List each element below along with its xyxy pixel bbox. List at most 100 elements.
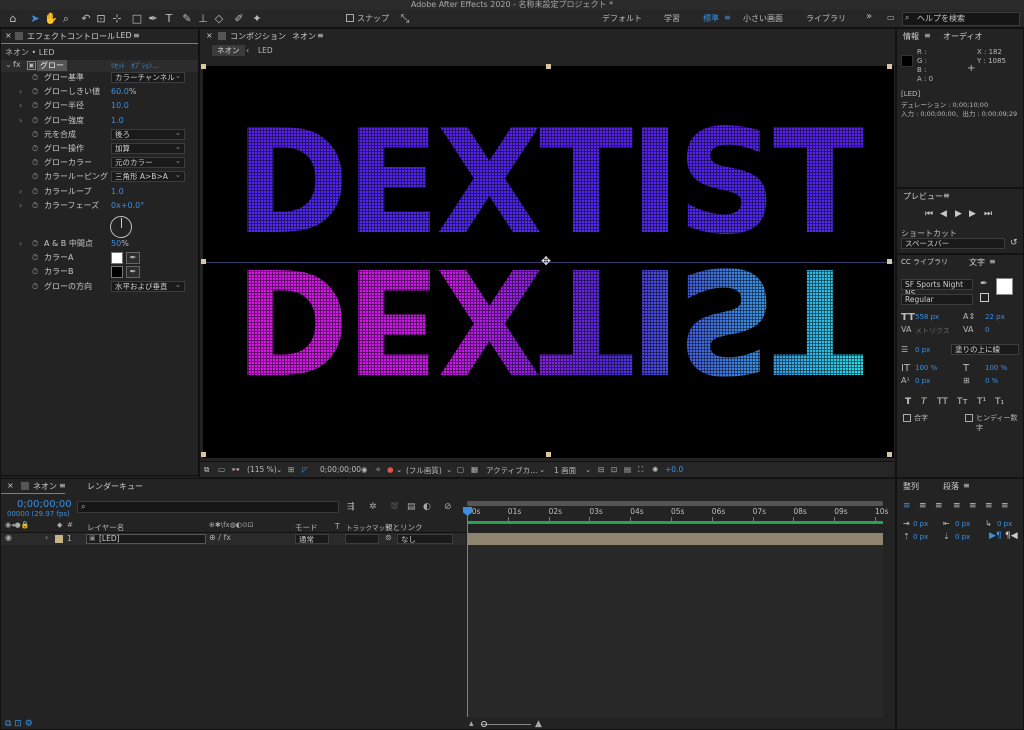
- workspace-learn[interactable]: 学習: [664, 13, 680, 24]
- faux-bold-button[interactable]: T: [905, 397, 911, 407]
- stopwatch-icon[interactable]: ⏱: [32, 170, 38, 184]
- anchor-point-icon[interactable]: ✥: [541, 254, 551, 268]
- ltr-direction-icon[interactable]: ▶¶: [989, 531, 1002, 541]
- graph-editor-icon[interactable]: ⊘: [444, 502, 452, 512]
- effect-controls-tab-layer[interactable]: LED: [116, 31, 132, 40]
- snap-checkbox[interactable]: [346, 14, 354, 22]
- expand-prop-icon[interactable]: ›: [19, 237, 22, 251]
- space-after-value[interactable]: 0 px: [955, 533, 970, 541]
- subscript-button[interactable]: T₁: [995, 397, 1004, 407]
- indent-right-value[interactable]: 0 px: [955, 520, 970, 528]
- shy-layers-icon[interactable]: ⛆: [391, 502, 398, 512]
- timeline-tab[interactable]: ネオン: [33, 481, 57, 492]
- align-tab[interactable]: 整列: [903, 481, 919, 492]
- flowchart-icon[interactable]: ⛶: [638, 465, 643, 475]
- transform-handle[interactable]: [201, 64, 206, 69]
- tsume-value[interactable]: 0 %: [985, 377, 998, 385]
- expand-prop-icon[interactable]: ›: [19, 199, 22, 213]
- indent-left-value[interactable]: 0 px: [913, 520, 928, 528]
- draft-3d-icon[interactable]: ✲: [369, 502, 377, 512]
- effect-prop-value[interactable]: 1.0: [111, 114, 124, 128]
- effect-prop-dropdown[interactable]: 水平および垂直: [111, 280, 185, 292]
- first-frame-icon[interactable]: ⏮: [925, 209, 933, 219]
- stopwatch-icon[interactable]: ⏱: [32, 128, 38, 142]
- stroke-type-dropdown[interactable]: 塗りの上に線: [951, 344, 1019, 355]
- transform-handle[interactable]: [546, 452, 551, 457]
- stopwatch-icon[interactable]: ⏱: [32, 280, 38, 294]
- stopwatch-icon[interactable]: ⏱: [32, 265, 38, 279]
- workspace-default[interactable]: デフォルト: [602, 13, 642, 24]
- clone-stamp-tool-icon[interactable]: ⊥: [196, 12, 210, 26]
- transform-handle[interactable]: [546, 64, 551, 69]
- character-tab[interactable]: 文字: [969, 257, 985, 268]
- workspace-menu-icon[interactable]: ≡: [724, 13, 731, 22]
- zoom-slider[interactable]: [481, 721, 487, 727]
- panel-menu-icon[interactable]: ≡: [133, 31, 140, 40]
- eyedropper-icon[interactable]: ✒: [980, 279, 988, 289]
- hindi-digits-checkbox[interactable]: [965, 414, 973, 422]
- justify-left-icon[interactable]: ≡: [953, 501, 961, 511]
- kerning-value[interactable]: メトリクス: [915, 326, 950, 336]
- monitor-icon[interactable]: ▭: [218, 465, 225, 474]
- audio-tab[interactable]: オーディオ: [943, 31, 982, 42]
- workspace-standard[interactable]: 標準: [703, 13, 719, 24]
- next-frame-icon[interactable]: ▶: [969, 209, 976, 219]
- current-time[interactable]: 0;00;00;00: [17, 499, 72, 510]
- panel-menu-icon[interactable]: ≡: [943, 191, 950, 200]
- eyedropper-icon[interactable]: ✒: [126, 252, 140, 265]
- color-swatch[interactable]: [111, 252, 123, 265]
- pen-tool-icon[interactable]: ✒: [146, 12, 160, 26]
- roto-brush-tool-icon[interactable]: ✐: [232, 12, 246, 26]
- zoom-tool-icon[interactable]: ⌕: [59, 12, 73, 26]
- stopwatch-icon[interactable]: ⏱: [32, 199, 38, 213]
- snapshot-icon[interactable]: ◉: [361, 465, 368, 474]
- snap-options-icon[interactable]: ⤡: [398, 12, 412, 26]
- expand-prop-icon[interactable]: ›: [19, 99, 22, 113]
- timeline-area[interactable]: [467, 545, 883, 717]
- fast-preview-icon[interactable]: ⊡: [611, 465, 617, 474]
- puppet-tool-icon[interactable]: ✦: [250, 12, 264, 26]
- expand-prop-icon[interactable]: ›: [19, 185, 22, 199]
- panel-close-icon[interactable]: ×: [5, 31, 12, 40]
- play-icon[interactable]: ▶: [955, 209, 962, 219]
- show-snapshot-icon[interactable]: ✧: [375, 465, 381, 474]
- fx-icon[interactable]: fx: [13, 60, 21, 69]
- align-right-icon[interactable]: ≡: [935, 501, 943, 511]
- rotate-tool-icon[interactable]: ↶: [79, 12, 93, 26]
- stroke-color-swatch[interactable]: [980, 293, 989, 302]
- more-workspaces-icon[interactable]: »: [866, 11, 872, 22]
- chevron-down-icon[interactable]: ⌄: [585, 465, 591, 474]
- region-of-interest-icon[interactable]: ▢: [457, 465, 464, 474]
- playhead[interactable]: [467, 507, 468, 717]
- layer-parent-dropdown[interactable]: なし: [397, 534, 453, 544]
- horizontal-scale-value[interactable]: 100 %: [985, 364, 1007, 372]
- eye-icon[interactable]: ◉: [5, 533, 12, 542]
- leading-value[interactable]: 22 px: [985, 313, 1005, 321]
- home-icon[interactable]: ⌂: [6, 12, 20, 26]
- composition-tab[interactable]: コンポジション: [230, 31, 286, 42]
- loop-icon[interactable]: ↺: [1010, 238, 1018, 248]
- brush-tool-icon[interactable]: ✎: [180, 12, 194, 26]
- lock-icon[interactable]: [218, 32, 226, 40]
- font-family-dropdown[interactable]: SF Sports Night NS ...: [901, 279, 973, 298]
- always-preview-icon[interactable]: ⧉: [204, 465, 209, 475]
- layer-name[interactable]: [LED]: [99, 534, 120, 543]
- pickwhip-icon[interactable]: ⊚: [385, 533, 392, 542]
- pan-behind-tool-icon[interactable]: ⊹: [110, 12, 124, 26]
- vr-icon[interactable]: 👓: [231, 465, 240, 474]
- chevron-down-icon[interactable]: ⌄: [396, 465, 402, 474]
- justify-right-icon[interactable]: ≡: [985, 501, 993, 511]
- info-tab[interactable]: 情報: [903, 31, 919, 42]
- views-dropdown[interactable]: 1 画面: [554, 465, 576, 476]
- effect-prop-dropdown[interactable]: 加算: [111, 142, 185, 154]
- panel-menu-icon[interactable]: ≡: [317, 31, 324, 40]
- layer-row[interactable]: ◉ › 1 ▣ [LED] ⊕ / fx 通常 ⊚ なし: [1, 533, 466, 545]
- expand-layer-icon[interactable]: ›: [45, 533, 48, 542]
- justify-all-icon[interactable]: ≡: [1001, 501, 1009, 511]
- panel-menu-icon[interactable]: ≡: [963, 481, 970, 490]
- timeline-icon[interactable]: ▤: [624, 465, 631, 474]
- justify-center-icon[interactable]: ≡: [969, 501, 977, 511]
- effect-prop-dropdown[interactable]: 後ろ: [111, 128, 185, 140]
- small-caps-button[interactable]: Tт: [957, 397, 968, 407]
- color-swatch[interactable]: [111, 266, 123, 279]
